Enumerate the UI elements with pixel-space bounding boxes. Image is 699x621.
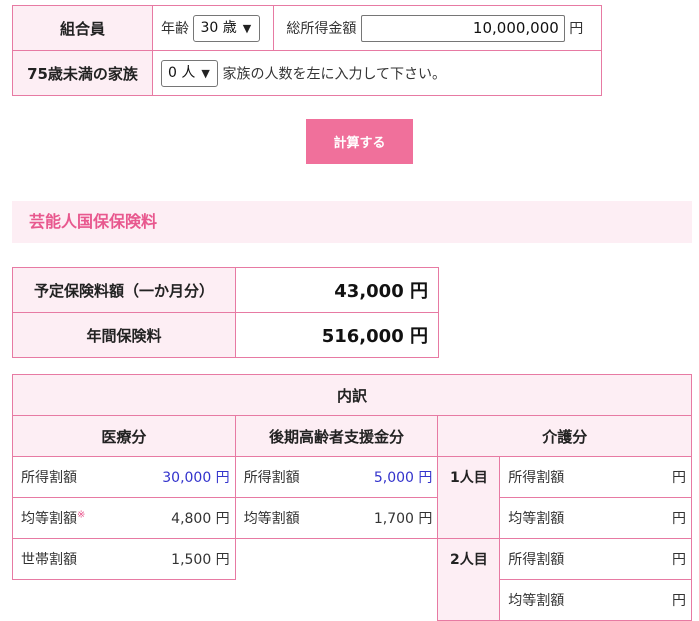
care-row-value: 円 — [616, 456, 692, 498]
member-label: 組合員 — [12, 5, 153, 51]
chevron-down-icon: ▼ — [242, 21, 252, 35]
age-label: 年齢 — [161, 21, 189, 37]
age-select-value: 30 歳 — [200, 19, 237, 36]
family-select-value: 0 人 — [168, 64, 196, 81]
support-row-value: 5,000 円 — [362, 456, 439, 498]
note-mark: ※ — [77, 509, 86, 521]
chevron-down-icon: ▼ — [201, 66, 210, 80]
care-row-label: 均等割額 — [499, 579, 617, 621]
support-header: 後期高齢者支援金分 — [234, 415, 439, 457]
medical-row-label-with-mark: 均等割額※ — [12, 497, 161, 539]
family-select[interactable]: 0 人 ▼ — [161, 59, 218, 87]
section-title: 芸能人国保保険料 — [12, 201, 692, 243]
result-label: 予定保険料額（一か月分） — [12, 267, 236, 313]
medical-header: 医療分 — [12, 415, 236, 457]
support-row-label: 所得割額 — [234, 456, 363, 498]
support-row-label: 均等割額 — [234, 497, 363, 539]
care-person-1: 1人目 — [437, 456, 501, 539]
result-row: 予定保険料額（一か月分） 43,000 円 — [12, 267, 439, 313]
input-form-table: 組合員 年齢 30 歳 ▼ 総所得金額 10,000,000 円 75歳未満の家族… — [12, 5, 602, 96]
family-label: 75歳未満の家族 — [12, 50, 153, 96]
income-unit: 円 — [569, 21, 584, 37]
calculate-button[interactable]: 計算する — [306, 119, 413, 164]
support-row-value: 1,700 円 — [362, 497, 439, 539]
result-table: 予定保険料額（一か月分） 43,000 円 年間保険料 516,000 円 — [12, 267, 439, 358]
member-cell: 年齢 30 歳 ▼ 総所得金額 10,000,000 円 — [152, 5, 602, 51]
result-label: 年間保険料 — [12, 312, 236, 358]
cell-divider — [272, 6, 274, 50]
age-select[interactable]: 30 歳 ▼ — [193, 14, 261, 42]
care-row-label: 所得割額 — [499, 538, 617, 580]
care-row-label: 均等割額 — [499, 497, 617, 539]
medical-row-value: 1,500 円 — [160, 538, 236, 580]
family-hint: 家族の人数を左に入力して下さい。 — [222, 66, 447, 82]
care-row-value: 円 — [616, 579, 692, 621]
result-value: 43,000 円 — [235, 267, 439, 313]
result-row: 年間保険料 516,000 円 — [12, 312, 439, 358]
care-row-label: 所得割額 — [499, 456, 617, 498]
medical-row-label: 所得割額 — [12, 456, 161, 498]
medical-row-label: 世帯割額 — [12, 538, 161, 580]
family-cell: 0 人 ▼ 家族の人数を左に入力して下さい。 — [152, 50, 602, 96]
care-person-2: 2人目 — [437, 538, 501, 621]
care-row-value: 円 — [616, 497, 692, 539]
income-label: 総所得金額 — [286, 21, 357, 37]
medical-row-value: 4,800 円 — [160, 497, 236, 539]
medical-row-value: 30,000 円 — [160, 456, 236, 498]
breakdown-title: 内訳 — [12, 374, 692, 416]
empty-cell — [13, 580, 438, 621]
breakdown-table: 内訳 医療分 後期高齢者支援金分 介護分 所得割額 30,000 円 所得割額 … — [12, 374, 692, 621]
result-value: 516,000 円 — [235, 312, 439, 358]
empty-cell — [235, 539, 438, 580]
care-row-value: 円 — [616, 538, 692, 580]
care-header: 介護分 — [437, 415, 692, 457]
medical-row-label: 均等割額 — [21, 511, 77, 527]
income-input[interactable]: 10,000,000 — [360, 14, 565, 42]
